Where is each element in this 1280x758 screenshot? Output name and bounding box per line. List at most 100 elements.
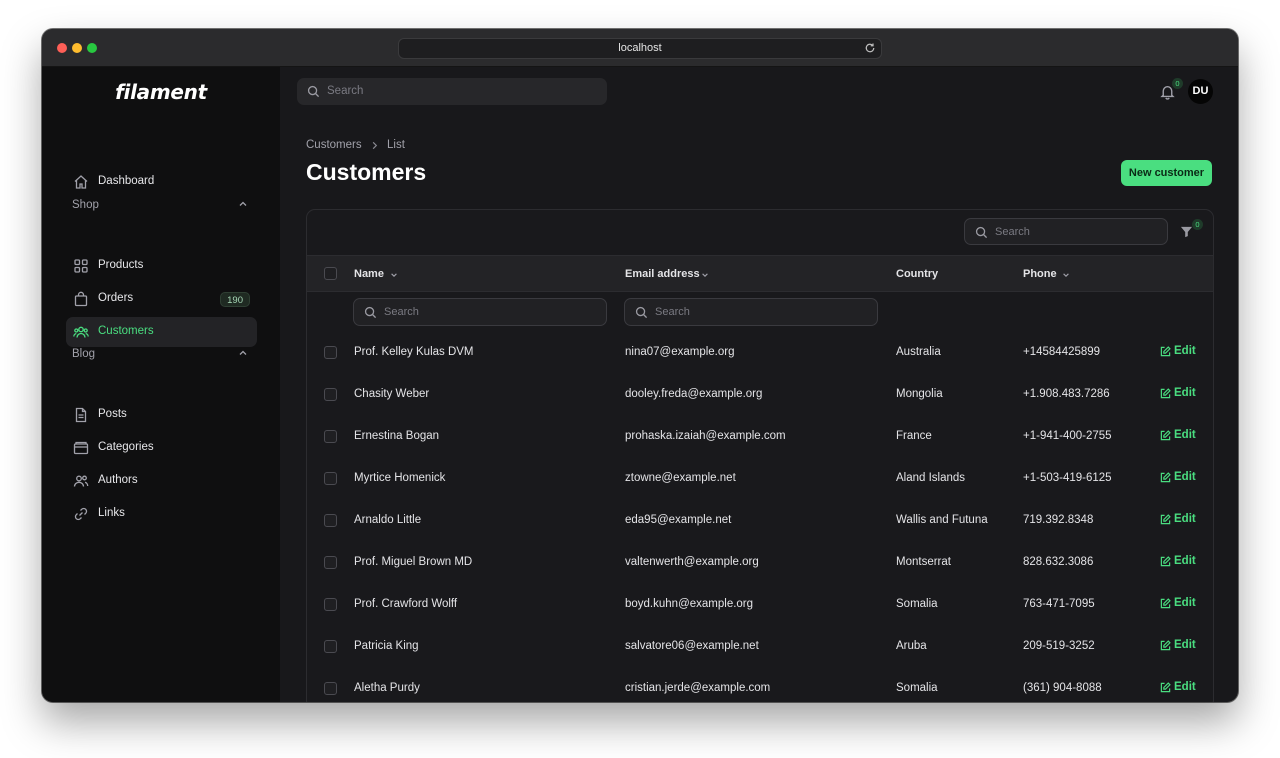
- customer-country: Wallis and Futuna: [896, 514, 988, 526]
- table-row[interactable]: Aletha Purdy cristian.jerde@example.com …: [307, 667, 1213, 702]
- browser-window: localhost filament Dashboard Shop Produc…: [42, 29, 1238, 702]
- table-row[interactable]: Prof. Crawford Wolff boyd.kuhn@example.o…: [307, 583, 1213, 625]
- search-placeholder: Search: [655, 306, 690, 318]
- customer-phone: (361) 904-8088: [1023, 682, 1102, 694]
- edit-button[interactable]: Edit: [1160, 639, 1200, 654]
- page-title: Customers: [306, 159, 427, 185]
- sidebar-item-orders[interactable]: Orders 190: [66, 284, 257, 314]
- row-checkbox[interactable]: [324, 682, 337, 695]
- customer-name: Prof. Crawford Wolff: [354, 598, 458, 610]
- sidebar-item-label: Orders: [98, 292, 134, 304]
- customer-name: Aletha Purdy: [354, 682, 420, 694]
- sidebar-group-shop-label: Shop: [72, 199, 99, 211]
- notifications-count-badge: 0: [1172, 78, 1183, 89]
- reload-icon[interactable]: [864, 42, 876, 54]
- row-checkbox[interactable]: [324, 514, 337, 527]
- customer-country: Aland Islands: [896, 472, 966, 484]
- edit-label: Edit: [1174, 681, 1196, 693]
- customer-email: cristian.jerde@example.com: [625, 682, 771, 694]
- edit-icon: [1160, 430, 1171, 441]
- sidebar-group-blog-label: Blog: [72, 348, 96, 360]
- edit-button[interactable]: Edit: [1160, 597, 1200, 612]
- sidebar-item-customers[interactable]: Customers: [66, 317, 257, 347]
- search-placeholder: Search: [995, 226, 1030, 238]
- sidebar-item-authors[interactable]: Authors: [66, 466, 257, 496]
- customer-email: nina07@example.org: [625, 346, 735, 358]
- column-header-name[interactable]: Name: [354, 268, 384, 280]
- edit-icon: [1160, 388, 1171, 399]
- edit-label: Edit: [1174, 597, 1196, 609]
- table-row[interactable]: Myrtice Homenick ztowne@example.net Alan…: [307, 457, 1213, 499]
- column-header-phone[interactable]: Phone: [1023, 268, 1057, 280]
- sidebar-item-links[interactable]: Links: [66, 499, 257, 529]
- customer-email: dooley.freda@example.org: [625, 388, 763, 400]
- orders-count-badge: 190: [220, 292, 250, 307]
- zoom-window-button[interactable]: [87, 43, 97, 53]
- sidebar-item-posts[interactable]: Posts: [66, 400, 257, 430]
- edit-label: Edit: [1174, 429, 1196, 441]
- table-row[interactable]: Patricia King salvatore06@example.net Ar…: [307, 625, 1213, 667]
- table-row[interactable]: Prof. Kelley Kulas DVM nina07@example.or…: [307, 331, 1213, 373]
- search-placeholder: Search: [384, 306, 419, 318]
- edit-button[interactable]: Edit: [1160, 471, 1200, 486]
- sidebar-item-products[interactable]: Products: [66, 251, 257, 281]
- chevron-up-icon[interactable]: [238, 199, 248, 209]
- sidebar-item-categories[interactable]: Categories: [66, 433, 257, 463]
- row-checkbox[interactable]: [324, 598, 337, 611]
- edit-button[interactable]: Edit: [1160, 555, 1200, 570]
- select-all-checkbox[interactable]: [324, 267, 337, 280]
- table-row[interactable]: Chasity Weber dooley.freda@example.org M…: [307, 373, 1213, 415]
- row-checkbox[interactable]: [324, 640, 337, 653]
- edit-button[interactable]: Edit: [1160, 429, 1200, 444]
- edit-icon: [1160, 682, 1171, 693]
- edit-button[interactable]: Edit: [1160, 513, 1200, 528]
- breadcrumb-current: List: [387, 139, 405, 151]
- new-customer-button[interactable]: New customer: [1121, 160, 1212, 186]
- customer-phone: 828.632.3086: [1023, 556, 1094, 568]
- edit-label: Edit: [1174, 555, 1196, 567]
- search-icon: [307, 85, 320, 98]
- edit-button[interactable]: Edit: [1160, 345, 1200, 360]
- user-avatar[interactable]: DU: [1188, 79, 1213, 104]
- search-icon: [364, 306, 377, 319]
- row-checkbox[interactable]: [324, 346, 337, 359]
- global-search-input[interactable]: Search: [297, 78, 607, 105]
- table-search-input[interactable]: Search: [964, 218, 1168, 245]
- edit-label: Edit: [1174, 513, 1196, 525]
- sidebar-item-label: Links: [98, 507, 125, 519]
- name-column-search-input[interactable]: Search: [353, 298, 607, 326]
- sidebar-item-dashboard[interactable]: Dashboard: [66, 167, 257, 197]
- customer-email: prohaska.izaiah@example.com: [625, 430, 786, 442]
- filter-icon[interactable]: [1180, 225, 1193, 238]
- brand-logo[interactable]: filament: [42, 80, 280, 104]
- row-checkbox[interactable]: [324, 556, 337, 569]
- email-column-search-input[interactable]: Search: [624, 298, 878, 326]
- sidebar-item-label: Customers: [98, 325, 154, 337]
- chevron-down-icon[interactable]: [1062, 271, 1070, 279]
- users-icon: [73, 326, 89, 338]
- sidebar: filament Dashboard Shop Products Orders …: [42, 67, 280, 702]
- customer-country: France: [896, 430, 932, 442]
- edit-button[interactable]: Edit: [1160, 387, 1200, 402]
- column-header-email[interactable]: Email address: [625, 268, 700, 280]
- chevron-down-icon[interactable]: [701, 271, 709, 279]
- sidebar-item-label: Products: [98, 259, 144, 271]
- breadcrumb-customers[interactable]: Customers: [306, 139, 362, 151]
- edit-button[interactable]: Edit: [1160, 681, 1200, 696]
- customer-email: valtenwerth@example.org: [625, 556, 759, 568]
- customer-phone: +14584425899: [1023, 346, 1101, 358]
- filter-count-badge: 0: [1192, 219, 1203, 230]
- row-checkbox[interactable]: [324, 388, 337, 401]
- table-row[interactable]: Ernestina Bogan prohaska.izaiah@example.…: [307, 415, 1213, 457]
- row-checkbox[interactable]: [324, 472, 337, 485]
- customer-name: Ernestina Bogan: [354, 430, 440, 442]
- minimize-window-button[interactable]: [72, 43, 82, 53]
- row-checkbox[interactable]: [324, 430, 337, 443]
- table-row[interactable]: Arnaldo Little eda95@example.net Wallis …: [307, 499, 1213, 541]
- table-row[interactable]: Prof. Miguel Brown MD valtenwerth@exampl…: [307, 541, 1213, 583]
- column-header-country: Country: [896, 268, 939, 280]
- chevron-down-icon[interactable]: [390, 271, 398, 279]
- chevron-up-icon[interactable]: [238, 348, 248, 358]
- address-bar[interactable]: localhost: [398, 38, 882, 59]
- close-window-button[interactable]: [57, 43, 67, 53]
